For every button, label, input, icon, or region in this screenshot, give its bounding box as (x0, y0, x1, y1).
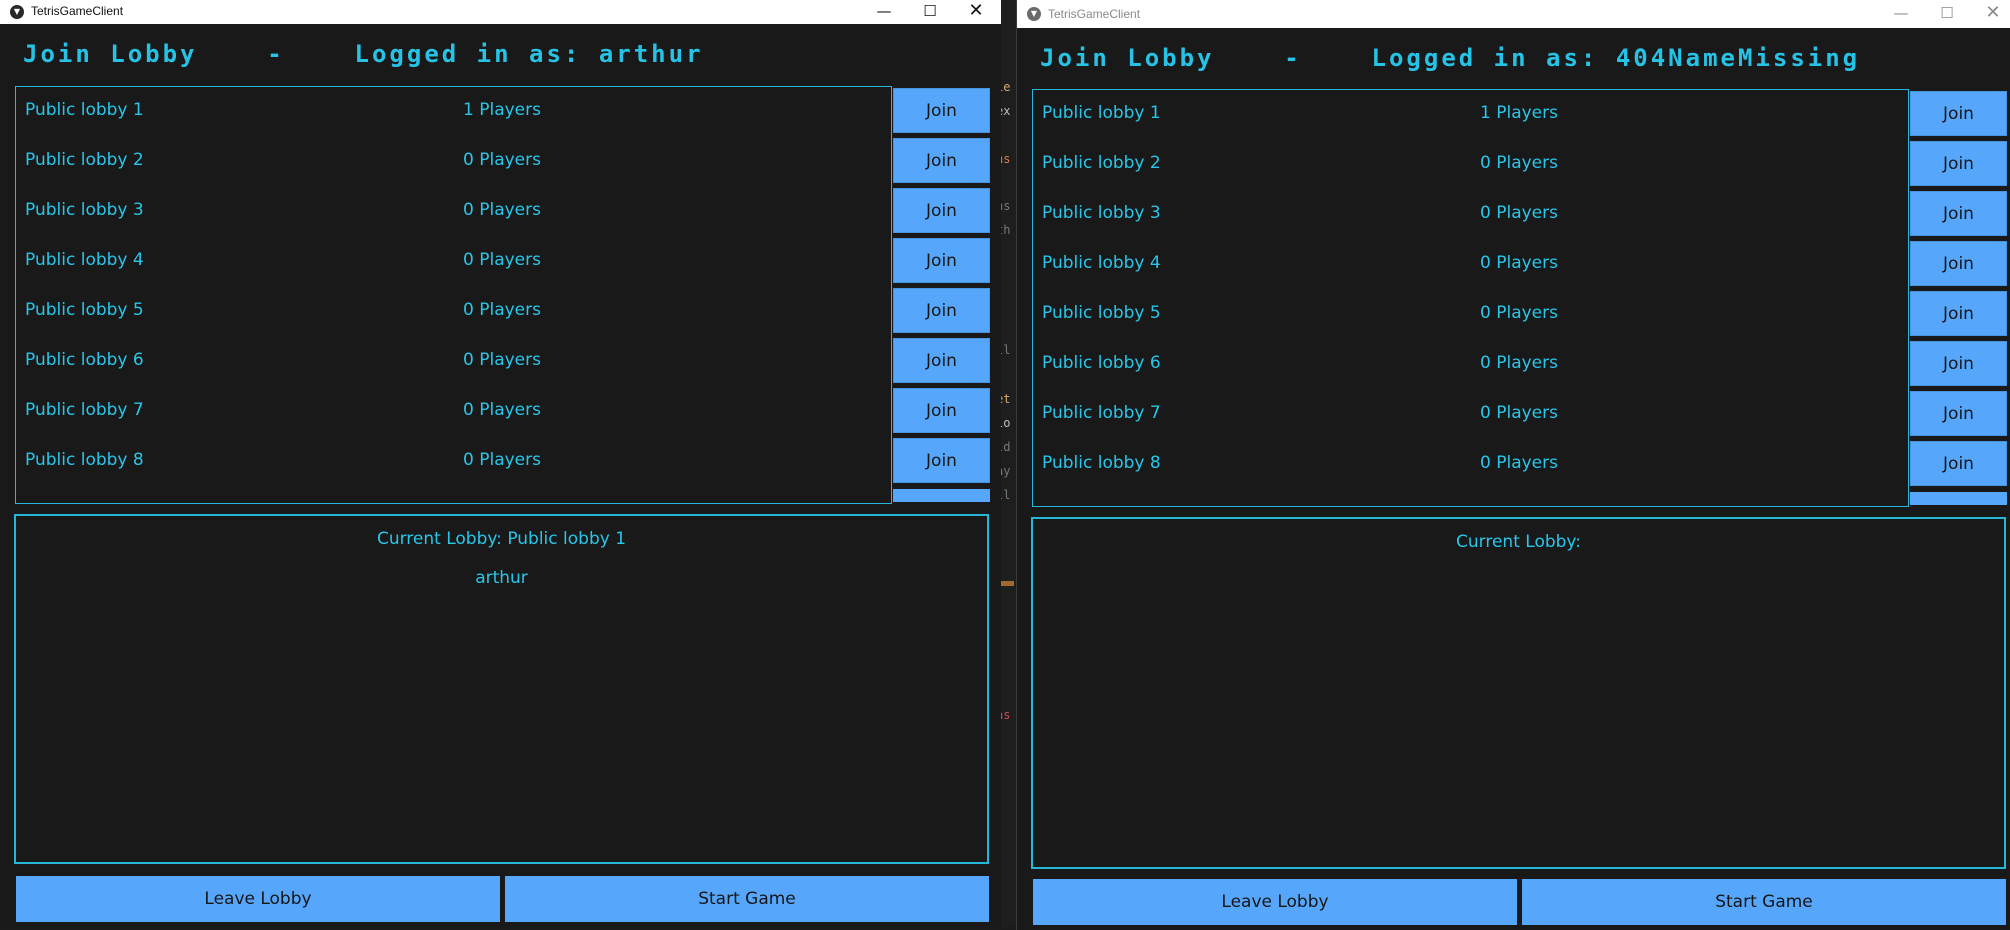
page-heading: Join Lobby - Logged in as: arthur (23, 40, 704, 68)
join-button[interactable]: Join (1910, 91, 2007, 136)
lobby-player-count: 1 Players (463, 100, 541, 120)
maximize-icon[interactable]: ☐ (1924, 0, 1970, 28)
lobby-player-count: 0 Players (463, 350, 541, 370)
join-button[interactable]: Join (893, 438, 990, 483)
lobby-member: arthur (475, 568, 528, 588)
current-lobby-label: Current Lobby: Public lobby 1 (376, 529, 627, 549)
lobby-name: Public lobby 4 (25, 250, 144, 270)
lobby-row: Public lobby 4 0 Players (1033, 240, 1908, 290)
join-button[interactable]: Join (893, 338, 990, 383)
join-button[interactable]: Join (1910, 291, 2007, 336)
window-left: ▼ TetrisGameClient — ☐ ✕ Join Lobby - Lo… (0, 0, 1001, 927)
join-button-partial[interactable] (1910, 492, 2007, 505)
app-logo-icon: ▼ (10, 5, 24, 19)
lobby-list[interactable]: Public lobby 1 1 Players Public lobby 2 … (15, 86, 892, 504)
title-bar[interactable]: ▼ TetrisGameClient — ☐ ✕ (0, 0, 1001, 24)
lobby-row: Public lobby 7 0 Players (16, 387, 891, 437)
join-button[interactable]: Join (1910, 191, 2007, 236)
leave-lobby-button[interactable]: Leave Lobby (1033, 879, 1517, 925)
lobby-name: Public lobby 2 (1042, 153, 1161, 173)
window-right: ▼ TetrisGameClient — ☐ ✕ Join Lobby - Lo… (1016, 0, 2010, 930)
lobby-row: Public lobby 1 1 Players (16, 87, 891, 137)
join-button[interactable]: Join (1910, 341, 2007, 386)
lobby-name: Public lobby 1 (1042, 103, 1161, 123)
lobby-player-count: 0 Players (1480, 303, 1558, 323)
lobby-player-count: 0 Players (1480, 403, 1558, 423)
lobby-name: Public lobby 6 (1042, 353, 1161, 373)
lobby-player-count: 1 Players (1480, 103, 1558, 123)
lobby-row: Public lobby 1 1 Players (1033, 90, 1908, 140)
lobby-name: Public lobby 2 (25, 150, 144, 170)
lobby-player-count: 0 Players (463, 300, 541, 320)
current-lobby-label: Current Lobby: (1456, 532, 1581, 552)
join-button[interactable]: Join (1910, 391, 2007, 436)
join-button[interactable]: Join (893, 388, 990, 433)
lobby-player-count: 0 Players (1480, 453, 1558, 473)
lobby-player-count: 0 Players (1480, 203, 1558, 223)
join-button[interactable]: Join (893, 188, 990, 233)
join-button-partial[interactable] (893, 489, 990, 502)
close-icon[interactable]: ✕ (953, 0, 999, 24)
minimize-icon[interactable]: — (861, 0, 907, 24)
join-button[interactable]: Join (893, 88, 990, 133)
lobby-row: Public lobby 5 0 Players (16, 287, 891, 337)
start-game-button[interactable]: Start Game (1522, 879, 2006, 925)
lobby-player-count: 0 Players (463, 400, 541, 420)
lobby-name: Public lobby 3 (1042, 203, 1161, 223)
join-button[interactable]: Join (1910, 241, 2007, 286)
page-heading: Join Lobby - Logged in as: 404NameMissin… (1040, 44, 1861, 72)
lobby-row: Public lobby 3 0 Players (1033, 190, 1908, 240)
lobby-name: Public lobby 1 (25, 100, 144, 120)
lobby-name: Public lobby 5 (1042, 303, 1161, 323)
lobby-row: Public lobby 6 0 Players (16, 337, 891, 387)
app-logo-icon: ▼ (1027, 7, 1041, 21)
lobby-player-count: 0 Players (1480, 253, 1558, 273)
title-bar[interactable]: ▼ TetrisGameClient — ☐ ✕ (1017, 0, 2010, 28)
join-button[interactable]: Join (1910, 441, 2007, 486)
lobby-row: Public lobby 4 0 Players (16, 237, 891, 287)
lobby-list[interactable]: Public lobby 1 1 Players Public lobby 2 … (1032, 89, 1909, 507)
lobby-player-count: 0 Players (463, 200, 541, 220)
lobby-row: Public lobby 8 0 Players (1033, 440, 1908, 490)
lobby-name: Public lobby 6 (25, 350, 144, 370)
lobby-name: Public lobby 3 (25, 200, 144, 220)
lobby-name: Public lobby 5 (25, 300, 144, 320)
lobby-player-count: 0 Players (1480, 353, 1558, 373)
join-button[interactable]: Join (1910, 141, 2007, 186)
leave-lobby-button[interactable]: Leave Lobby (16, 876, 500, 922)
lobby-name: Public lobby 8 (25, 450, 144, 470)
start-game-button[interactable]: Start Game (505, 876, 989, 922)
lobby-name: Public lobby 7 (25, 400, 144, 420)
lobby-player-count: 0 Players (463, 450, 541, 470)
lobby-player-count: 0 Players (463, 150, 541, 170)
minimize-icon[interactable]: — (1878, 0, 1924, 28)
lobby-player-count: 0 Players (463, 250, 541, 270)
lobby-name: Public lobby 4 (1042, 253, 1161, 273)
lobby-name: Public lobby 7 (1042, 403, 1161, 423)
maximize-icon[interactable]: ☐ (907, 0, 953, 24)
lobby-row: Public lobby 8 0 Players (16, 437, 891, 487)
lobby-row: Public lobby 2 0 Players (1033, 140, 1908, 190)
lobby-player-count: 0 Players (1480, 153, 1558, 173)
window-title: TetrisGameClient (31, 4, 124, 18)
window-title: TetrisGameClient (1048, 7, 1141, 21)
lobby-row: Public lobby 2 0 Players (16, 137, 891, 187)
lobby-name: Public lobby 8 (1042, 453, 1161, 473)
current-lobby-panel: Current Lobby: (1031, 517, 2006, 869)
close-icon[interactable]: ✕ (1970, 0, 2010, 28)
lobby-row: Public lobby 7 0 Players (1033, 390, 1908, 440)
lobby-row: Public lobby 6 0 Players (1033, 340, 1908, 390)
current-lobby-panel: Current Lobby: Public lobby 1 arthur (14, 514, 989, 864)
lobby-row: Public lobby 3 0 Players (16, 187, 891, 237)
lobby-row: Public lobby 5 0 Players (1033, 290, 1908, 340)
join-button[interactable]: Join (893, 288, 990, 333)
join-button[interactable]: Join (893, 238, 990, 283)
join-button[interactable]: Join (893, 138, 990, 183)
